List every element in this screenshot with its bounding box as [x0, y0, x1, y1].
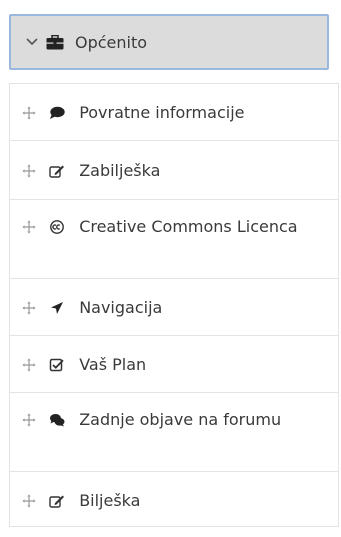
- creative-commons-icon: [50, 220, 64, 234]
- block-item-label: Navigacija: [79, 298, 163, 317]
- move-icon[interactable]: [22, 164, 36, 178]
- comments-icon: [50, 414, 65, 427]
- chevron-down-icon[interactable]: [25, 35, 39, 49]
- comment-icon: [50, 106, 65, 119]
- block-item-creative-commons-licenca[interactable]: Creative Commons Licenca: [9, 199, 339, 279]
- move-icon[interactable]: [22, 301, 36, 315]
- block-item-label: Creative Commons Licenca: [79, 217, 298, 236]
- block-item-zabiljeska[interactable]: Zabilješka: [9, 140, 339, 200]
- move-icon[interactable]: [22, 494, 36, 508]
- block-item-label: Zadnje objave na forumu: [79, 410, 282, 429]
- move-icon[interactable]: [22, 106, 36, 120]
- block-item-label: Povratne informacije: [79, 103, 245, 122]
- block-list: Povratne informacije Zabilješka Creative…: [9, 83, 339, 527]
- location-arrow-icon: [51, 302, 64, 314]
- check-square-icon: [49, 358, 64, 372]
- block-item-label: Vaš Plan: [79, 355, 147, 374]
- move-icon[interactable]: [22, 413, 36, 427]
- edit-icon: [49, 495, 65, 508]
- section-header-opcenito[interactable]: Općenito: [9, 14, 329, 70]
- block-item-biljeska[interactable]: Bilješka: [9, 471, 339, 527]
- block-item-label: Bilješka: [79, 491, 141, 510]
- move-icon[interactable]: [22, 220, 36, 234]
- briefcase-icon: [45, 34, 65, 50]
- blocks-panel: Općenito Povratne informacije Zabilješka…: [0, 0, 341, 537]
- block-item-zadnje-objave-na-forumu[interactable]: Zadnje objave na forumu: [9, 392, 339, 472]
- block-item-vas-plan[interactable]: Vaš Plan: [9, 335, 339, 393]
- block-item-label: Zabilješka: [79, 161, 161, 180]
- move-icon[interactable]: [22, 358, 36, 372]
- block-item-navigacija[interactable]: Navigacija: [9, 278, 339, 336]
- section-title: Općenito: [75, 32, 148, 52]
- edit-icon: [49, 165, 65, 178]
- block-item-povratne-informacije[interactable]: Povratne informacije: [9, 83, 339, 141]
